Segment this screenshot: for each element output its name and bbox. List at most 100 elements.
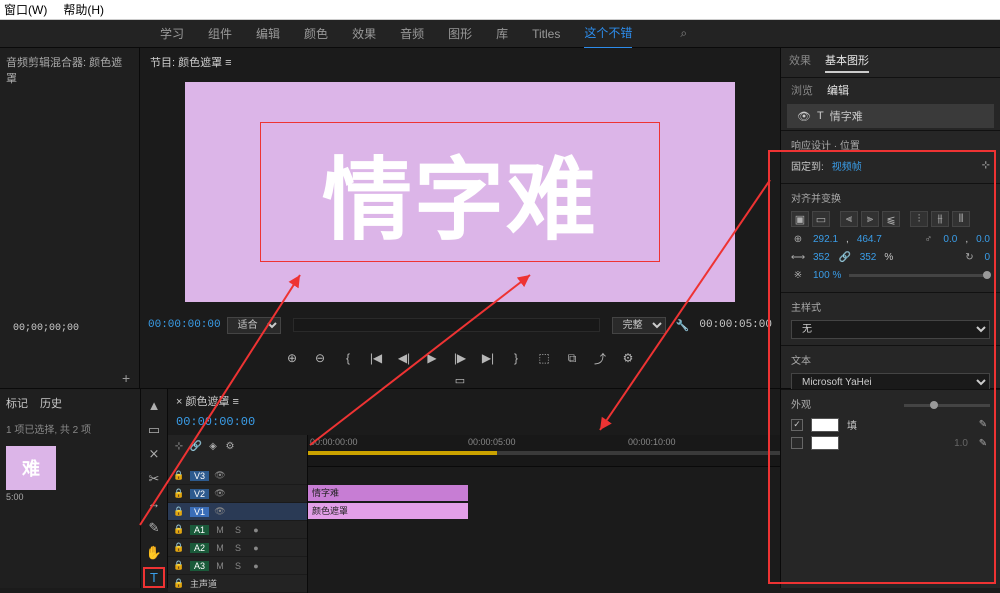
align-right-icon[interactable]: ⫹ <box>882 211 900 227</box>
opacity-slider[interactable] <box>849 274 990 277</box>
lock-icon[interactable]: 🔒 <box>172 487 186 501</box>
timeline-timecode[interactable]: 00:00:00:00 <box>168 413 780 435</box>
align-hcenter-icon[interactable]: ⫸ <box>861 211 879 227</box>
zoom-fit-select[interactable]: 适合 <box>227 317 281 334</box>
lock-icon[interactable]: 🔒 <box>172 469 186 483</box>
solo-button[interactable]: S <box>231 559 245 573</box>
align-frame-icon[interactable]: ▭ <box>812 211 830 227</box>
menu-help[interactable]: 帮助(H) <box>63 1 104 18</box>
ws-audio[interactable]: 音频 <box>400 25 424 42</box>
ws-color[interactable]: 颜色 <box>304 25 328 42</box>
text-layer-item[interactable]: 👁 T 情字难 <box>787 104 994 128</box>
edit-subtab[interactable]: 编辑 <box>827 82 849 98</box>
history-tab[interactable]: 历史 <box>40 395 62 411</box>
lift-button[interactable]: ⬚ <box>535 349 553 367</box>
work-area-bar[interactable] <box>308 451 780 455</box>
solo-button[interactable]: S <box>231 523 245 537</box>
fill-checkbox[interactable]: ✓ <box>791 419 803 431</box>
mark-out-button[interactable]: ⊖ <box>311 349 329 367</box>
mark-in-button[interactable]: ⊕ <box>283 349 301 367</box>
hand-tool[interactable]: ✋ <box>143 543 165 564</box>
fill-color-swatch[interactable] <box>811 418 839 432</box>
ws-assembly[interactable]: 组件 <box>208 25 232 42</box>
goto-in-button[interactable]: { <box>339 349 357 367</box>
eye-icon[interactable]: 👁 <box>797 109 811 123</box>
opacity-val[interactable]: 100 % <box>813 270 841 281</box>
goto-out-button[interactable]: } <box>507 349 525 367</box>
eye-icon[interactable]: 👁 <box>213 487 227 501</box>
anchor-y[interactable]: 0.0 <box>976 234 990 245</box>
text-layer-bbox[interactable]: 情字难 <box>260 122 660 262</box>
align-vcenter-icon[interactable]: ⫵ <box>931 211 949 227</box>
sequence-tab[interactable]: × 颜色遮罩 ≡ <box>168 389 780 413</box>
time-ruler[interactable]: 00:00:00:00 00:00:05:00 00:00:10:00 <box>308 435 780 467</box>
rec-button[interactable]: ● <box>249 559 263 573</box>
prev-edit-button[interactable]: |◀ <box>367 349 385 367</box>
markers-tab[interactable]: 标记 <box>6 395 28 411</box>
type-tool[interactable]: T <box>143 567 165 588</box>
track-select-tool[interactable]: ▭ <box>143 420 165 441</box>
pin-target-icon[interactable]: ⊹ <box>982 160 990 171</box>
track-v2[interactable]: 🔒V2👁 <box>168 485 307 503</box>
track-a3[interactable]: 🔒A3MS● <box>168 557 307 575</box>
wrench-icon[interactable]: 🔧 <box>676 319 690 332</box>
marker-icon[interactable]: ◈ <box>206 439 220 453</box>
razor-tool[interactable]: ✂ <box>143 469 165 490</box>
mute-button[interactable]: M <box>213 559 227 573</box>
step-fwd-button[interactable]: |▶ <box>451 349 469 367</box>
ws-effects[interactable]: 效果 <box>352 25 376 42</box>
scale-h[interactable]: 352 <box>860 252 877 263</box>
play-button[interactable]: ▶ <box>423 349 441 367</box>
eye-icon[interactable]: 👁 <box>213 469 227 483</box>
program-tab[interactable]: 节目: 颜色遮罩 ≡ <box>140 48 780 76</box>
track-a2[interactable]: 🔒A2MS● <box>168 539 307 557</box>
ws-learn[interactable]: 学习 <box>160 25 184 42</box>
browse-subtab[interactable]: 浏览 <box>791 82 813 98</box>
ws-custom[interactable]: 这个不错 <box>584 24 632 49</box>
search-icon[interactable]: ⌕ <box>680 26 687 41</box>
align-top-icon[interactable]: ⫶ <box>910 211 928 227</box>
ws-graphics[interactable]: 图形 <box>448 25 472 42</box>
next-edit-button[interactable]: ▶| <box>479 349 497 367</box>
slip-tool[interactable]: ↔ <box>143 493 165 514</box>
pen-tool[interactable]: ✎ <box>143 518 165 539</box>
scale-w[interactable]: 352 <box>813 252 830 263</box>
align-bottom-icon[interactable]: ⫴ <box>952 211 970 227</box>
lock-icon[interactable]: 🔒 <box>172 523 186 537</box>
effects-tab[interactable]: 效果 <box>789 52 811 73</box>
selection-tool[interactable]: ▲ <box>143 395 165 416</box>
stroke-color-swatch[interactable] <box>811 436 839 450</box>
lock-icon[interactable]: 🔒 <box>172 559 186 573</box>
link-icon[interactable]: 🔗 <box>838 250 852 264</box>
program-mini-timeline[interactable] <box>293 318 600 332</box>
export-frame-button[interactable]: ⤴ <box>591 349 609 367</box>
mute-button[interactable]: M <box>213 523 227 537</box>
res-select[interactable]: 完整 <box>612 317 666 334</box>
clip-thumbnail[interactable]: 难 <box>6 446 56 490</box>
align-left-icon[interactable]: ⫷ <box>840 211 858 227</box>
fill-eyedropper-icon[interactable]: ✎ <box>976 418 990 432</box>
mute-button[interactable]: M <box>213 541 227 555</box>
essential-graphics-tab[interactable]: 基本图形 <box>825 52 869 73</box>
ws-edit[interactable]: 编辑 <box>256 25 280 42</box>
pin-to-value[interactable]: 视频帧 <box>832 158 862 173</box>
extract-button[interactable]: ⧉ <box>563 349 581 367</box>
ws-library[interactable]: 库 <box>496 25 508 42</box>
rotation-val[interactable]: 0 <box>984 252 990 263</box>
track-v1[interactable]: 🔒V1👁 <box>168 503 307 521</box>
settings-icon[interactable]: ⚙ <box>619 349 637 367</box>
step-back-button[interactable]: ◀| <box>395 349 413 367</box>
linked-sel-icon[interactable]: 🔗 <box>189 439 203 453</box>
lock-icon[interactable]: 🔒 <box>172 505 186 519</box>
font-size-slider[interactable] <box>904 404 990 407</box>
pos-y[interactable]: 464.7 <box>857 234 882 245</box>
eye-icon[interactable]: 👁 <box>213 505 227 519</box>
add-icon[interactable]: + <box>122 370 130 386</box>
stroke-checkbox[interactable] <box>791 437 803 449</box>
menu-window[interactable]: 窗口(W) <box>4 1 47 18</box>
track-a1[interactable]: 🔒A1MS● <box>168 521 307 539</box>
clip-text-layer[interactable]: 情字难 <box>308 485 468 501</box>
safe-margins-button[interactable]: ▭ <box>455 374 465 388</box>
track-master[interactable]: 🔒主声道 <box>168 575 307 593</box>
program-tc-left[interactable]: 00:00:00:00 <box>148 319 221 331</box>
